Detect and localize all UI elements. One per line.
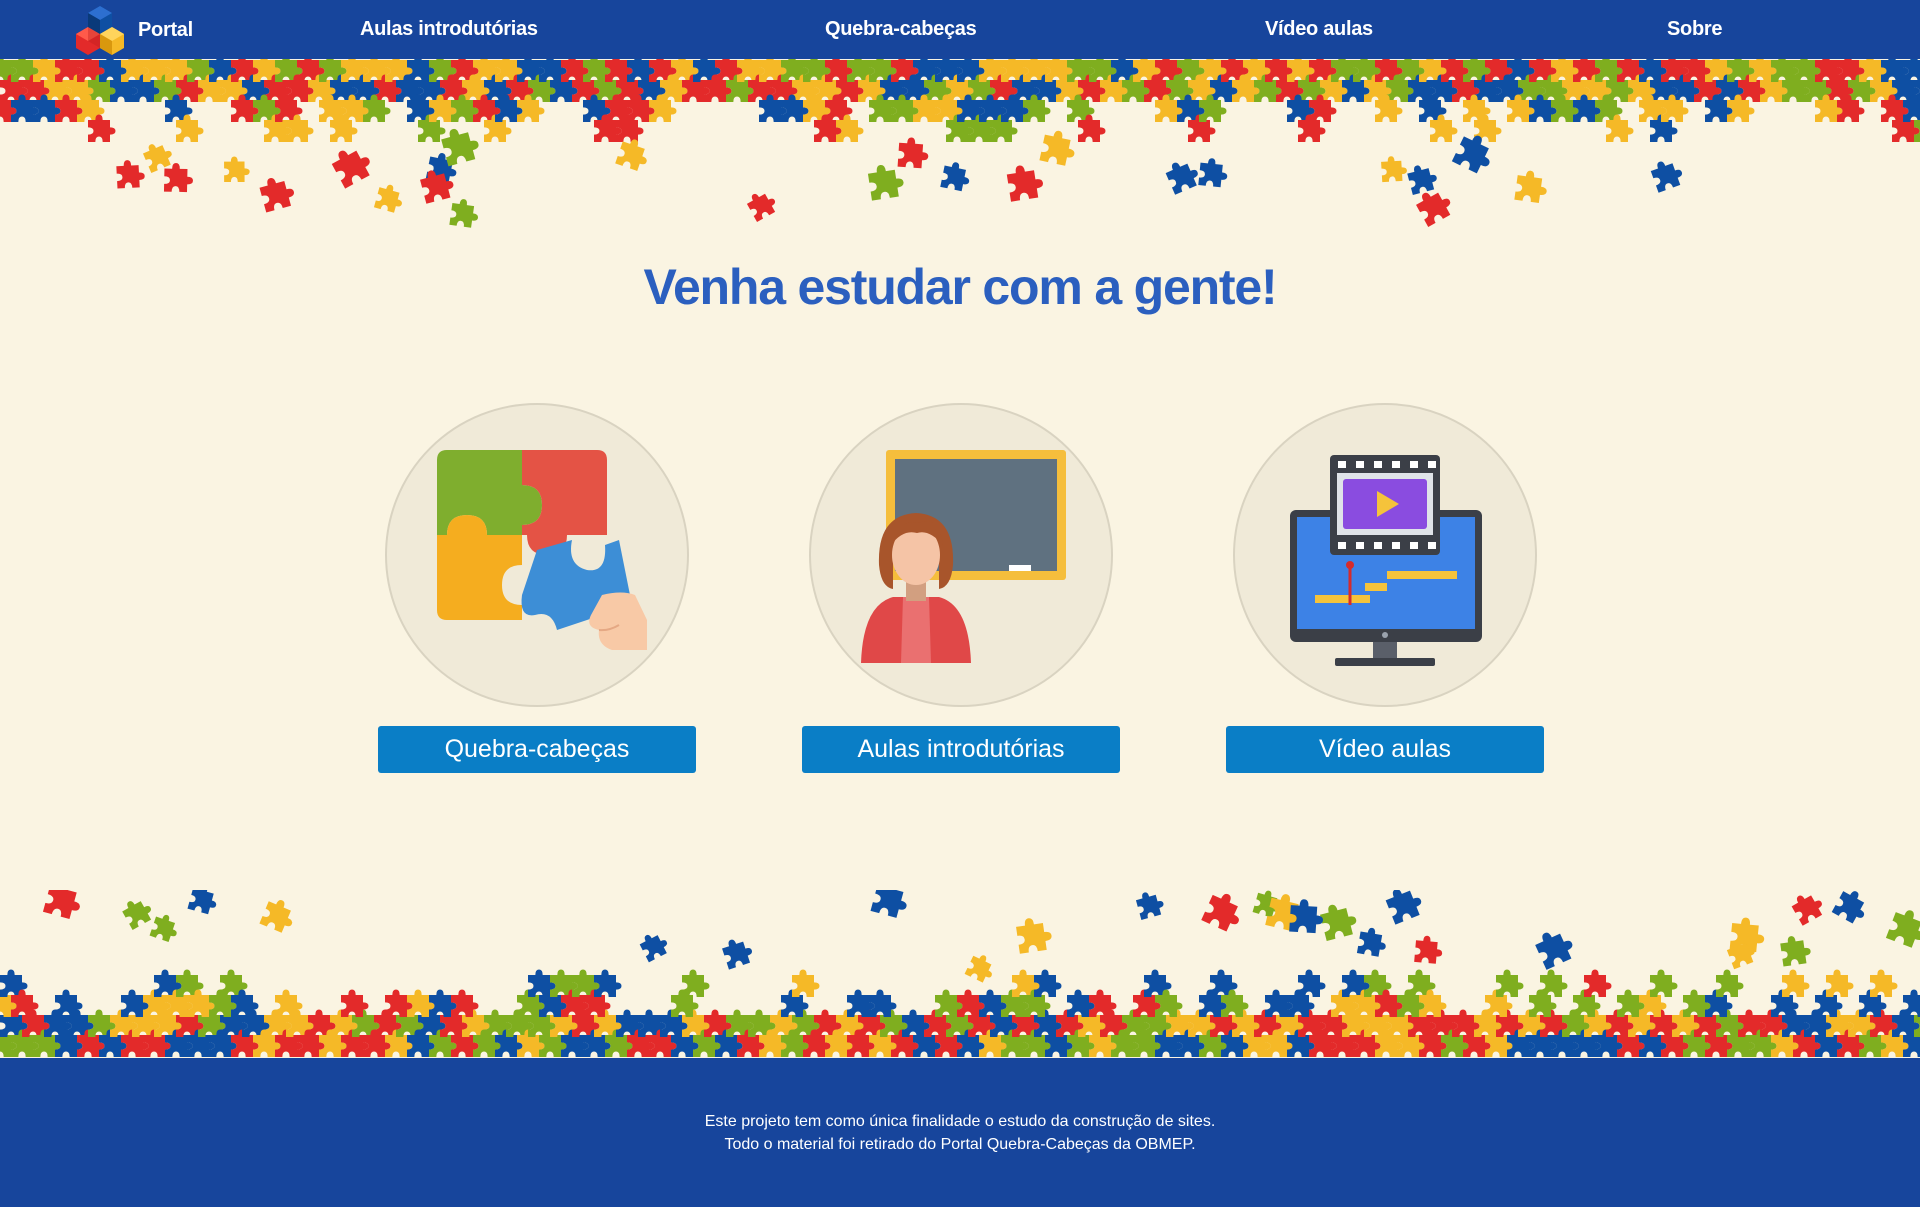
bottom-puzzle-decoration bbox=[0, 890, 1920, 1058]
card-image-circle[interactable] bbox=[1233, 403, 1537, 707]
nav-link-quebra-cabecas[interactable]: Quebra-cabeças bbox=[825, 0, 977, 59]
card-aulas-introdutorias: Aulas introdutórias bbox=[802, 400, 1120, 774]
nav-link-aulas-introdutorias[interactable]: Aulas introdutórias bbox=[360, 0, 538, 59]
video-monitor-icon bbox=[1290, 455, 1482, 666]
aulas-introdutorias-button[interactable]: Aulas introdutórias bbox=[802, 726, 1120, 773]
puzzle-pieces-top-image bbox=[0, 59, 1920, 228]
video-aulas-button[interactable]: Vídeo aulas bbox=[1226, 726, 1544, 773]
puzzle-hand-icon bbox=[437, 450, 647, 650]
nav-link-sobre[interactable]: Sobre bbox=[1667, 0, 1722, 59]
footer-line-2: Todo o material foi retirado do Portal Q… bbox=[724, 1136, 1196, 1153]
nav-link-video-aulas[interactable]: Vídeo aulas bbox=[1265, 0, 1373, 59]
page-headline: Venha estudar com a gente! bbox=[643, 259, 1278, 315]
card-video-aulas: Vídeo aulas bbox=[1226, 400, 1544, 774]
top-puzzle-decoration bbox=[0, 59, 1920, 229]
card-image-circle[interactable] bbox=[385, 403, 689, 707]
quebra-cabecas-button[interactable]: Quebra-cabeças bbox=[378, 726, 696, 773]
puzzle-pieces-bottom-image bbox=[0, 890, 1920, 1058]
page-footer: Este projeto tem como única finalidade o… bbox=[0, 1058, 1920, 1207]
card-quebra-cabecas: Quebra-cabeças bbox=[378, 400, 696, 774]
teacher-blackboard-icon bbox=[861, 450, 1066, 663]
portal-brand-label: Portal bbox=[138, 18, 193, 41]
card-image-circle[interactable] bbox=[809, 403, 1113, 707]
cubes-logo-icon bbox=[76, 6, 124, 55]
portal-brand-link[interactable]: Portal bbox=[74, 4, 193, 56]
footer-line-1: Este projeto tem como única finalidade o… bbox=[704, 1113, 1216, 1130]
top-navbar: Portal Aulas introdutórias Quebra-cabeça… bbox=[0, 0, 1920, 59]
